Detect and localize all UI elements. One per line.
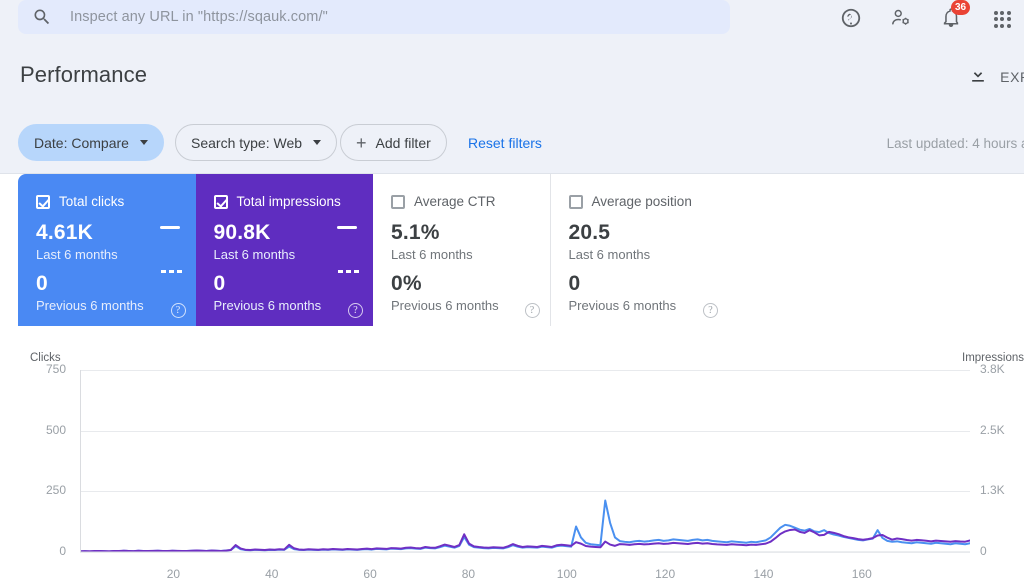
chart-y-axis-line xyxy=(80,370,81,552)
url-inspect-search-box[interactable]: Inspect any URL in "https://sqauk.com/" xyxy=(18,0,730,34)
metric-card-header: Average position xyxy=(568,194,715,209)
url-inspect-placeholder: Inspect any URL in "https://sqauk.com/" xyxy=(70,9,328,25)
chart-plot-area xyxy=(80,370,970,552)
performance-chart: Clicks Impressions 0 0 250 1.3K 500 2.5K 750 3.… xyxy=(18,330,1024,586)
chart-xtick: 100 xyxy=(556,567,577,581)
chart-xtick: 20 xyxy=(166,567,181,581)
metric-value: 4.61K xyxy=(36,221,94,244)
metric-card-header: Average CTR xyxy=(391,194,536,209)
metric-card-2[interactable]: Average CTR 5.1% Last 6 months 0% Previous 6… xyxy=(373,174,551,326)
metric-period: Last 6 months xyxy=(213,247,296,262)
metric-label: Average position xyxy=(591,194,692,209)
help-circle-icon[interactable]: ? xyxy=(703,303,718,318)
metric-prev-period: Previous 6 months xyxy=(391,298,499,313)
notifications-bell-icon[interactable]: 36 xyxy=(940,0,970,31)
chart-ytick-left: 0 xyxy=(59,544,66,558)
chart-ytick-right: 1.3K xyxy=(980,483,1005,498)
metric-checkbox[interactable] xyxy=(213,194,228,209)
metric-prev-value: 0 xyxy=(568,272,581,295)
download-icon xyxy=(968,65,988,88)
metric-card-header: Total clicks xyxy=(36,194,182,209)
chart-xtick: 40 xyxy=(265,567,279,581)
help-circle-icon[interactable]: ? xyxy=(524,303,540,318)
metric-prev-value: 0% xyxy=(391,272,422,295)
metric-prev-value: 0 xyxy=(213,272,226,295)
search-console-performance-page: Inspect any URL in "https://sqauk.com/" … xyxy=(0,0,1024,586)
chart-ytick-left: 750 xyxy=(45,362,66,376)
chart-gridline xyxy=(80,430,970,432)
add-filter-button[interactable]: + Add filter xyxy=(340,124,447,161)
chart-ytick-right: 0 xyxy=(980,544,987,558)
chart-ytick-right: 2.5K xyxy=(980,422,1005,437)
metric-period: Last 6 months xyxy=(36,247,118,262)
metric-card-1[interactable]: Total impressions 90.8K Last 6 months 0 Prev… xyxy=(195,174,373,326)
filter-chip-date-label: Date: Compare xyxy=(34,134,129,151)
filter-chip-search-type[interactable]: Search type: Web xyxy=(175,124,338,161)
export-label: EXP xyxy=(1000,68,1024,85)
metric-checkbox[interactable] xyxy=(391,194,405,209)
metric-label: Total impressions xyxy=(236,194,341,209)
filters-bar: Date: Compare Search type: Web + Add fil… xyxy=(0,114,1024,174)
metric-checkbox[interactable] xyxy=(568,194,583,209)
chart-xtick: 60 xyxy=(363,567,377,581)
plus-icon: + xyxy=(356,132,367,153)
help-circle-icon[interactable]: ? xyxy=(348,303,363,318)
metric-prev-period: Previous 6 months xyxy=(568,298,677,313)
reset-filters-link[interactable]: Reset filters xyxy=(468,135,542,151)
filter-chip-search-type-label: Search type: Web xyxy=(191,134,303,151)
add-filter-label: Add filter xyxy=(375,134,431,151)
help-circle-icon[interactable] xyxy=(840,7,864,31)
person-gear-icon[interactable] xyxy=(890,7,914,31)
filter-chip-date[interactable]: Date: Compare xyxy=(18,124,164,161)
chart-gridline xyxy=(80,370,970,371)
metric-label: Average CTR xyxy=(414,194,496,209)
chevron-down-icon xyxy=(313,140,322,145)
chart-xtick: 160 xyxy=(851,567,872,581)
search-icon xyxy=(32,7,52,27)
chart-ytick-right: 3.8K xyxy=(980,362,1005,376)
metric-value: 20.5 xyxy=(568,221,611,244)
metric-cards: Total clicks 4.61K Last 6 months 0 Previous … xyxy=(18,174,728,326)
metric-value: 5.1% xyxy=(391,221,440,244)
chart-xtick: 140 xyxy=(753,567,774,581)
metric-card-header: Total impressions xyxy=(213,194,360,209)
metric-value: 90.8K xyxy=(213,221,271,244)
metric-card-3[interactable]: Average position 20.5 Last 6 months 0 Previo… xyxy=(550,174,728,326)
apps-grid-icon[interactable] xyxy=(990,7,1014,31)
trend-dots-icon xyxy=(338,270,359,273)
last-updated-text: Last updated: 4 hours ag xyxy=(886,136,1024,151)
chart-ytick-left: 250 xyxy=(45,483,66,498)
chart-gridline xyxy=(80,552,970,553)
metric-prev-value: 0 xyxy=(36,272,48,295)
chart-line-clicks xyxy=(80,501,970,552)
page-title: Performance xyxy=(20,62,148,87)
trend-dash-icon xyxy=(337,226,357,229)
top-bar: Inspect any URL in "https://sqauk.com/" … xyxy=(0,0,1024,38)
chart-xtick: 120 xyxy=(655,567,676,581)
metric-prev-period: Previous 6 months xyxy=(213,298,322,313)
chart-ytick-left: 500 xyxy=(45,422,66,437)
notification-badge: 36 xyxy=(951,0,970,15)
chart-gridline xyxy=(80,491,970,493)
help-circle-icon[interactable]: ? xyxy=(170,303,186,318)
export-button[interactable]: EXP xyxy=(968,65,1024,88)
metric-card-0[interactable]: Total clicks 4.61K Last 6 months 0 Previous … xyxy=(18,174,196,326)
metric-prev-period: Previous 6 months xyxy=(36,298,144,313)
top-bar-icons: 36 xyxy=(840,0,1014,38)
metric-period: Last 6 months xyxy=(568,247,651,262)
trend-dots-icon xyxy=(160,270,182,273)
page-header: Performance EXP xyxy=(0,38,1024,114)
chevron-down-icon xyxy=(139,140,148,145)
metric-label: Total clicks xyxy=(59,194,125,209)
metric-period: Last 6 months xyxy=(391,247,473,262)
chart-xtick: 80 xyxy=(461,567,476,581)
trend-dash-icon xyxy=(159,226,180,229)
metric-checkbox[interactable] xyxy=(36,194,50,209)
